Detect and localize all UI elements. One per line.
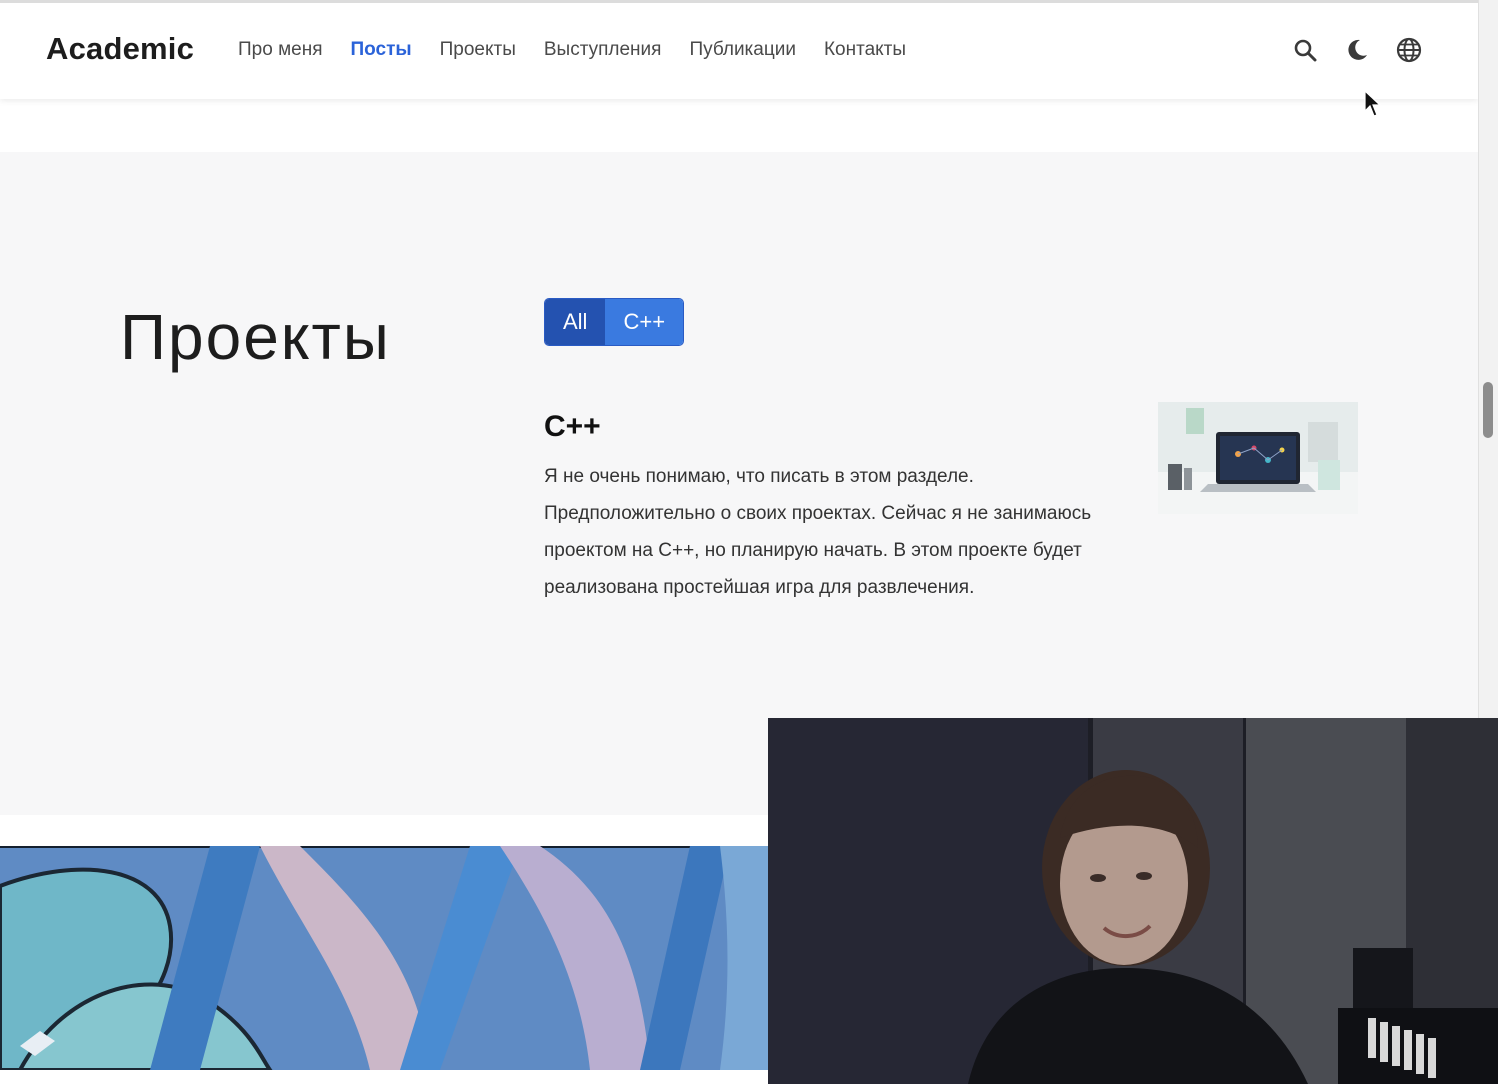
nav-link-posts[interactable]: Посты [350,39,411,61]
nav-link-projects[interactable]: Проекты [440,39,516,61]
filter-all-button[interactable]: All [545,299,606,345]
nav-menu: Про меня Посты Проекты Выступления Публи… [238,39,906,61]
webcam-overlay [768,718,1498,1084]
top-navbar: Academic Про меня Посты Проекты Выступле… [0,0,1478,99]
project-thumbnail[interactable] [1158,402,1358,514]
project-card: C++ Я не очень понимаю, что писать в это… [544,402,1358,606]
filter-cpp-button[interactable]: C++ [605,299,684,345]
nav-icons [1292,37,1422,63]
project-summary: Я не очень понимаю, что писать в этом ра… [544,466,1092,598]
nav-link-talks[interactable]: Выступления [544,39,662,61]
globe-icon[interactable] [1396,37,1422,63]
nav-link-publications[interactable]: Публикации [689,39,796,61]
nav-link-about[interactable]: Про меня [238,39,322,61]
search-icon[interactable] [1292,37,1318,63]
site-brand[interactable]: Academic [46,31,194,67]
scrollbar-thumb[interactable] [1483,382,1493,438]
section-title: Проекты [120,301,391,373]
hero-image-band [0,846,770,1070]
project-filter-group: All C++ [544,298,685,346]
moon-icon[interactable] [1344,37,1370,63]
projects-section: Проекты All C++ C++ Я не очень понимаю, … [0,152,1478,815]
nav-link-contacts[interactable]: Контакты [824,39,906,61]
mouse-cursor-icon [1364,89,1382,123]
